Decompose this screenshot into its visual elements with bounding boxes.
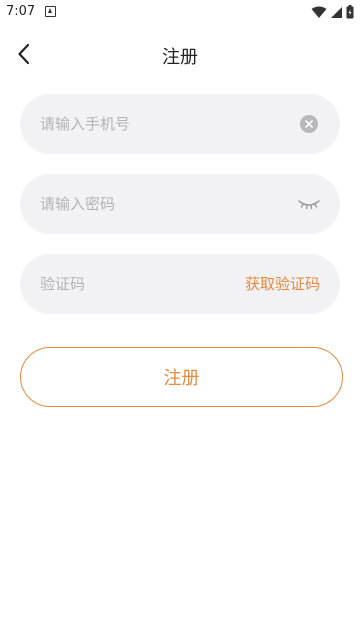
register-button[interactable]: 注册 xyxy=(20,347,343,407)
code-input[interactable] xyxy=(40,254,220,314)
signal-icon xyxy=(331,6,342,18)
close-icon xyxy=(305,120,313,128)
get-code-button[interactable]: 获取验证码 xyxy=(245,254,320,314)
password-input[interactable] xyxy=(40,174,280,234)
wifi-icon xyxy=(311,6,327,18)
password-field xyxy=(20,174,340,234)
page-title: 注册 xyxy=(162,47,198,68)
phone-field xyxy=(20,94,340,154)
status-time: 7:07 xyxy=(6,4,36,19)
header: 注册 xyxy=(0,30,360,78)
eye-closed-icon[interactable] xyxy=(296,196,322,212)
battery-icon xyxy=(346,5,354,19)
phone-input[interactable] xyxy=(40,94,280,154)
status-bar: 7:07 xyxy=(0,0,360,24)
notification-icon xyxy=(45,6,56,17)
status-icons xyxy=(311,5,354,19)
code-field: 获取验证码 xyxy=(20,254,340,314)
clear-icon[interactable] xyxy=(300,115,318,133)
